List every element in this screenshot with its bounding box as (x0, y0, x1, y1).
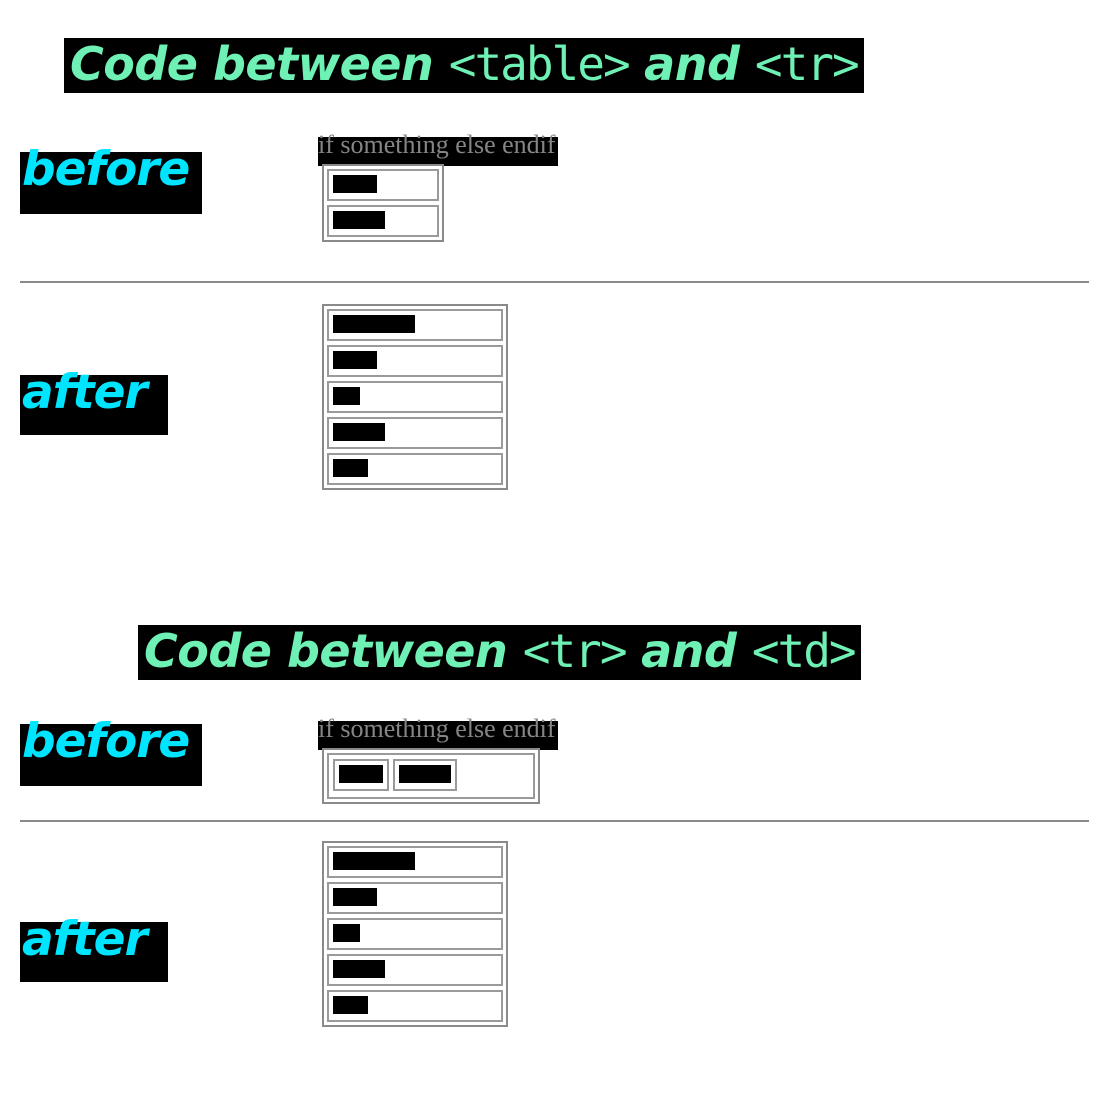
before-label-text: before (22, 714, 190, 769)
table-row: else (327, 381, 503, 413)
table-row: if something (327, 846, 503, 878)
table-row: else (327, 918, 503, 950)
loose-code-text: if something else endif (318, 714, 556, 743)
after-label-text: after (22, 912, 148, 967)
before-label-table-tr: before (20, 146, 202, 214)
section-divider (20, 820, 1089, 822)
loose-code-line-tr-td: if something else endif (318, 716, 556, 742)
cell-text: oodles (333, 888, 377, 906)
section-title-prefix: Code between (70, 37, 449, 91)
section-title-table-tr: Code between <table> and <tr> (64, 38, 864, 93)
table-row: oodles (327, 169, 439, 201)
before-table-table-tr: oodles noodles (322, 164, 444, 242)
cell-text: noodles (333, 211, 385, 229)
cell-text: else (333, 924, 360, 942)
after-label-tr-td: after (20, 916, 168, 982)
after-table-table-tr: if something oodles else noodles endif (322, 304, 508, 490)
before-label-text: before (22, 142, 190, 197)
section-title-prefix: Code between (144, 624, 523, 678)
table-row: oodles (327, 345, 503, 377)
cell-text: oodles (333, 351, 377, 369)
after-label-table-tr: after (20, 369, 168, 435)
section-title-tag-close: <tr> (754, 37, 860, 91)
table-cell: noodles (392, 759, 457, 791)
section-divider (20, 281, 1089, 283)
table-row: endif (327, 990, 503, 1022)
cell-text: noodles (333, 960, 385, 978)
after-label-text: after (22, 365, 148, 420)
section-title-tag-open: <table> (448, 37, 631, 91)
loose-code-text: if something else endif (318, 130, 556, 159)
after-table-tr-td: if something oodles else noodles endif (322, 841, 508, 1027)
section-title-middle: and (625, 624, 752, 678)
table-row: oodles (327, 882, 503, 914)
cell-text: else (333, 387, 360, 405)
section-title-middle: and (628, 37, 755, 91)
table-row: endif (327, 453, 503, 485)
table-row: noodles (327, 954, 503, 986)
table-row: noodles (327, 205, 439, 237)
table-row: oodles noodles (327, 753, 535, 799)
cell-text: oodles (339, 765, 383, 783)
section-title-tag-close: <td> (751, 624, 857, 678)
cell-text: if something (333, 315, 416, 333)
section-title-tag-open: <tr> (522, 624, 628, 678)
cell-text: endif (333, 459, 368, 477)
table-row: if something (327, 309, 503, 341)
section-title-tr-td: Code between <tr> and <td> (138, 625, 861, 680)
cell-text: noodles (398, 765, 451, 783)
cell-text: noodles (333, 423, 385, 441)
cell-text: if something (333, 852, 416, 870)
cell-text: endif (333, 996, 368, 1014)
table-cell: oodles (333, 759, 389, 791)
before-table-tr-td: oodles noodles (322, 748, 540, 804)
before-label-tr-td: before (20, 718, 202, 786)
table-row: noodles (327, 417, 503, 449)
cell-text: oodles (333, 175, 377, 193)
loose-code-line-table-tr: if something else endif (318, 132, 556, 158)
